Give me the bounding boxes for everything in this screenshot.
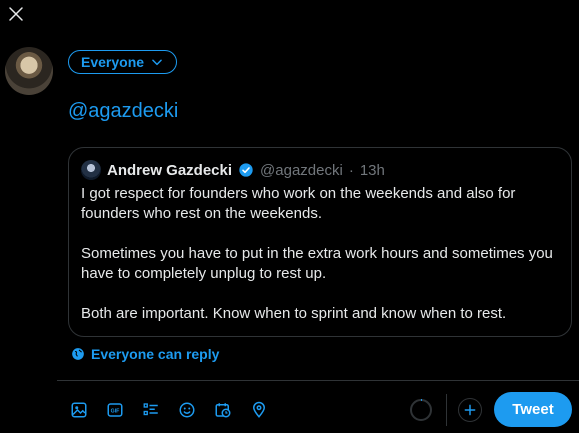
quoted-tweet[interactable]: Andrew Gazdecki @agazdecki · 13h I got r… — [68, 147, 572, 337]
avatar[interactable] — [5, 47, 53, 95]
quoted-tweet-header: Andrew Gazdecki @agazdecki · 13h — [81, 160, 559, 180]
emoji-button[interactable] — [174, 397, 200, 423]
toolbar-separator — [446, 394, 447, 426]
quoted-paragraph: I got respect for founders who work on t… — [81, 185, 516, 222]
quoted-tweet-time: 13h — [359, 161, 385, 179]
composer-toolbar: GIF — [66, 396, 272, 424]
plus-icon — [464, 404, 476, 416]
quoted-paragraph: Both are important. Know when to sprint … — [81, 305, 507, 322]
divider — [57, 380, 579, 381]
gif-icon: GIF — [107, 403, 123, 417]
audience-label: Everyone — [81, 54, 145, 70]
dot-separator: · — [348, 161, 354, 179]
image-icon — [71, 402, 87, 418]
add-tweet-button[interactable] — [458, 398, 482, 422]
schedule-icon — [215, 403, 231, 418]
globe-icon — [72, 348, 84, 360]
tweet-text-input[interactable]: @agazdecki — [68, 100, 178, 123]
poll-icon — [143, 403, 158, 416]
quoted-author-handle: @agazdecki — [260, 161, 343, 179]
reply-setting-button[interactable]: Everyone can reply — [71, 346, 219, 362]
emoji-icon — [179, 402, 195, 418]
quoted-paragraph: Sometimes you have to put in the extra w… — [81, 245, 553, 282]
close-icon — [9, 7, 23, 21]
quoted-tweet-body: I got respect for founders who work on t… — [81, 184, 559, 324]
close-button[interactable] — [4, 2, 28, 26]
gif-text: GIF — [111, 409, 121, 415]
schedule-button[interactable] — [210, 397, 236, 423]
media-button[interactable] — [66, 397, 92, 423]
quoted-author-avatar — [81, 160, 101, 180]
verified-badge-icon — [239, 163, 253, 177]
chevron-down-icon — [152, 59, 162, 66]
audience-selector-button[interactable]: Everyone — [68, 50, 178, 74]
location-icon — [252, 401, 266, 418]
location-button[interactable] — [246, 397, 272, 423]
gif-button[interactable]: GIF — [102, 397, 128, 423]
tweet-button[interactable]: Tweet — [494, 392, 572, 427]
poll-button[interactable] — [138, 397, 164, 423]
reply-setting-label: Everyone can reply — [91, 346, 220, 362]
quoted-author-name: Andrew Gazdecki — [107, 161, 233, 179]
character-count-ring — [410, 398, 432, 421]
